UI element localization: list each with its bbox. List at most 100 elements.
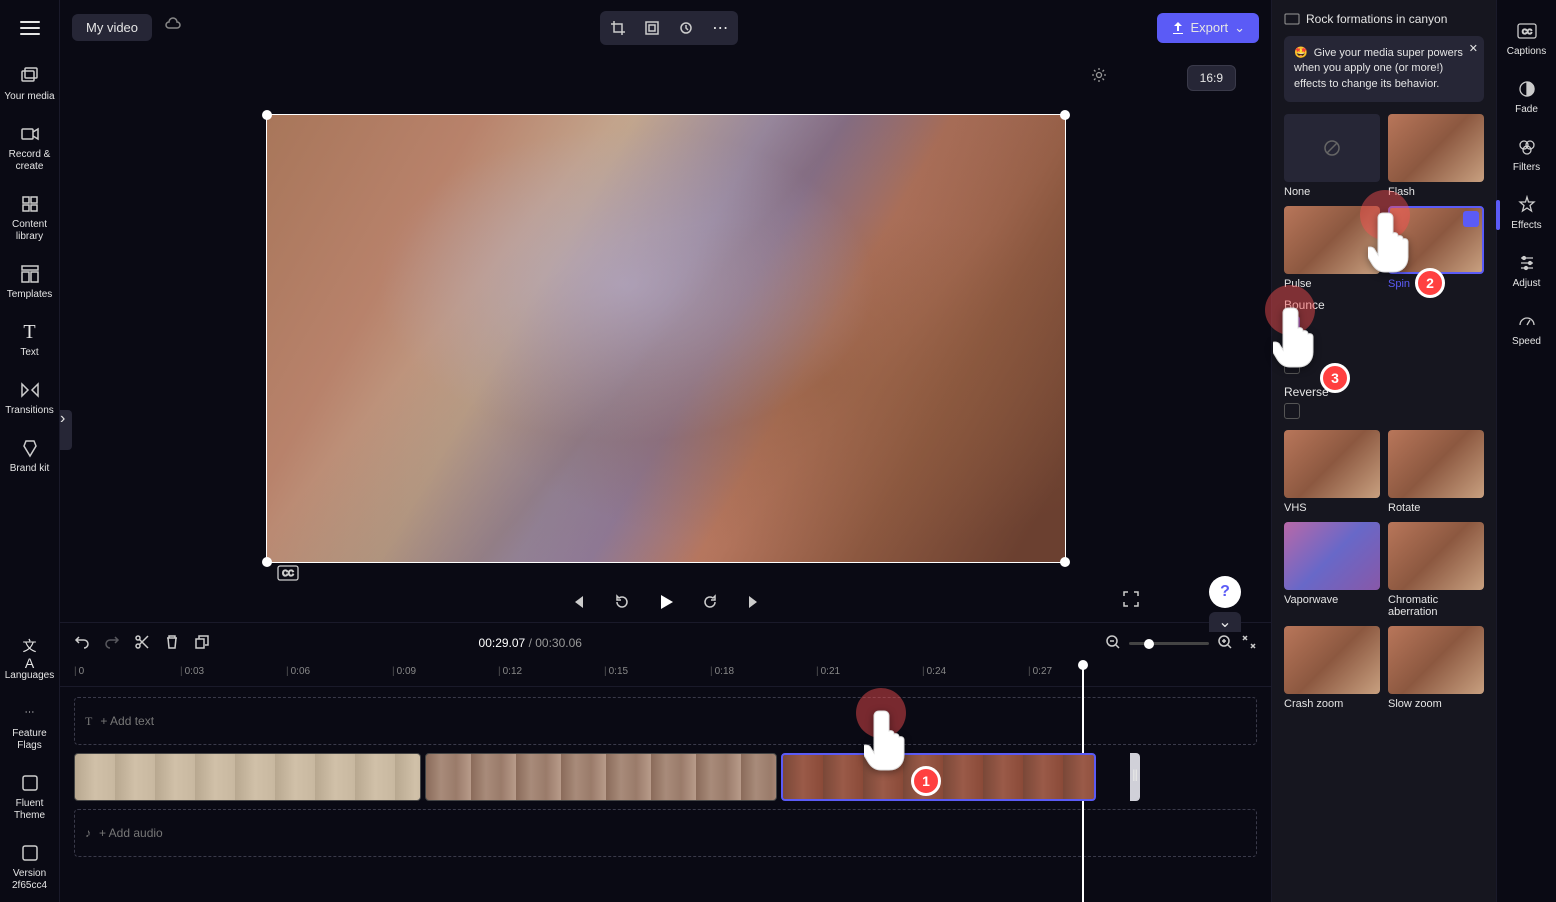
- time-display: 00:29.07 / 00:30.06: [479, 636, 582, 650]
- tab-fade[interactable]: Fade: [1497, 68, 1556, 126]
- nav-transitions[interactable]: Transitions: [0, 369, 59, 427]
- preview-canvas[interactable]: CC: [266, 114, 1066, 563]
- resize-handle-br[interactable]: [1060, 557, 1070, 567]
- tip-callout: ✕ 🤩Give your media super powers when you…: [1284, 36, 1484, 102]
- effect-slow-zoom[interactable]: Slow zoom: [1388, 626, 1484, 710]
- title-text: My video: [86, 20, 138, 35]
- canvas-settings-button[interactable]: [1087, 63, 1111, 87]
- forward-button[interactable]: [698, 590, 722, 614]
- label: Feature Flags: [0, 728, 59, 752]
- resize-handle-tl[interactable]: [262, 110, 272, 120]
- tip-text: Give your media super powers when you ap…: [1294, 47, 1463, 90]
- label: Export: [1191, 20, 1229, 35]
- right-panel-collapse[interactable]: ‹: [1271, 400, 1272, 440]
- nav-brand-kit[interactable]: Brand kit: [0, 427, 59, 485]
- svg-text:CC: CC: [1521, 29, 1531, 36]
- effect-none[interactable]: None: [1284, 114, 1380, 198]
- label: Content library: [0, 219, 59, 243]
- resize-handle-bl[interactable]: [262, 557, 272, 567]
- label: Filters: [1513, 162, 1540, 174]
- zoom-in-button[interactable]: [1217, 634, 1233, 653]
- panel-toggle[interactable]: ⌄: [1209, 612, 1241, 632]
- label: Record & create: [0, 149, 59, 173]
- label: Transitions: [5, 405, 54, 417]
- nav-languages[interactable]: 文ALanguages: [0, 634, 59, 692]
- reverse-checkbox[interactable]: [1284, 403, 1300, 419]
- back-button[interactable]: [610, 590, 634, 614]
- nav-feature-flags[interactable]: ⋯Feature Flags: [0, 692, 59, 762]
- tab-speed[interactable]: Speed: [1497, 300, 1556, 358]
- clip-trim-right[interactable]: ‖: [1130, 753, 1140, 801]
- zoom-out-button[interactable]: [1105, 634, 1121, 653]
- effect-flash[interactable]: Flash: [1388, 114, 1484, 198]
- play-button[interactable]: [654, 590, 678, 614]
- emoji-icon: 🤩: [1294, 46, 1308, 61]
- settings-icon[interactable]: [1463, 211, 1479, 227]
- text-track[interactable]: T+ Add text: [74, 697, 1257, 745]
- tab-filters[interactable]: Filters: [1497, 126, 1556, 184]
- tab-captions[interactable]: CC Captions: [1497, 10, 1556, 68]
- zoom-slider[interactable]: [1129, 642, 1209, 645]
- video-clip-1[interactable]: [74, 753, 421, 801]
- effect-chromatic[interactable]: Chromatic aberration: [1388, 522, 1484, 618]
- tab-effects[interactable]: Effects: [1497, 184, 1556, 242]
- split-button[interactable]: [134, 634, 150, 653]
- effect-vhs[interactable]: VHS: [1284, 430, 1380, 514]
- crop-tool[interactable]: [603, 14, 633, 42]
- detach-tool[interactable]: [671, 14, 701, 42]
- tab-adjust[interactable]: Adjust: [1497, 242, 1556, 300]
- svg-text:CC: CC: [282, 569, 294, 578]
- reverse-label: Reverse: [1284, 385, 1484, 399]
- more-tools[interactable]: ⋯: [705, 14, 735, 42]
- duplicate-button[interactable]: [194, 634, 210, 653]
- resize-handle-tr[interactable]: [1060, 110, 1070, 120]
- cc-button[interactable]: CC: [275, 563, 301, 590]
- nav-version[interactable]: Version 2f65cc4: [0, 832, 59, 902]
- project-title[interactable]: My video: [72, 14, 152, 41]
- fullscreen-button[interactable]: [1122, 590, 1146, 614]
- label: Languages: [5, 670, 55, 682]
- nav-text[interactable]: TText: [0, 311, 59, 369]
- placeholder: + Add audio: [99, 826, 163, 840]
- frame-tool[interactable]: [637, 14, 667, 42]
- tip-close-button[interactable]: ✕: [1469, 42, 1478, 57]
- placeholder: + Add text: [100, 714, 154, 728]
- timeline-ruler[interactable]: 0 0:03 0:06 0:09 0:12 0:15 0:18 0:21 0:2…: [60, 663, 1271, 687]
- nav-fluent-theme[interactable]: Fluent Theme: [0, 762, 59, 832]
- clip-name-header: Rock formations in canyon: [1284, 12, 1484, 26]
- help-button[interactable]: ?: [1209, 576, 1241, 608]
- nav-templates[interactable]: Templates: [0, 253, 59, 311]
- menu-button[interactable]: [0, 0, 59, 55]
- nav-content-library[interactable]: Content library: [0, 183, 59, 253]
- prev-frame-button[interactable]: [566, 590, 590, 614]
- label: Text: [20, 347, 38, 359]
- label: Your media: [4, 91, 54, 103]
- label: Effects: [1511, 220, 1541, 232]
- label: Speed: [1512, 336, 1541, 348]
- left-panel-collapse[interactable]: ›: [60, 410, 72, 450]
- audio-track[interactable]: ♪+ Add audio: [74, 809, 1257, 857]
- nav-your-media[interactable]: Your media: [0, 55, 59, 113]
- label: Brand kit: [10, 463, 49, 475]
- delete-button[interactable]: [164, 634, 180, 653]
- active-tab-indicator: [1496, 200, 1500, 230]
- label: Version 2f65cc4: [0, 868, 59, 892]
- label: Fade: [1515, 104, 1538, 116]
- zoom-fit-button[interactable]: [1241, 634, 1257, 653]
- aspect-ratio-selector[interactable]: 16:9: [1187, 65, 1236, 91]
- redo-button[interactable]: [104, 634, 120, 653]
- video-clip-2[interactable]: [425, 753, 777, 801]
- label: Templates: [7, 289, 53, 301]
- video-track[interactable]: ‖ ‖: [74, 753, 1257, 801]
- nav-record-create[interactable]: Record & create: [0, 113, 59, 183]
- effect-rotate[interactable]: Rotate: [1388, 430, 1484, 514]
- label: Captions: [1507, 46, 1546, 58]
- label: Adjust: [1513, 278, 1541, 290]
- effect-vaporwave[interactable]: Vaporwave: [1284, 522, 1380, 618]
- next-frame-button[interactable]: [742, 590, 766, 614]
- value: 16:9: [1200, 71, 1223, 85]
- cloud-sync-icon: [164, 16, 182, 39]
- export-button[interactable]: Export⌄: [1157, 13, 1259, 43]
- effect-crash-zoom[interactable]: Crash zoom: [1284, 626, 1380, 710]
- undo-button[interactable]: [74, 634, 90, 653]
